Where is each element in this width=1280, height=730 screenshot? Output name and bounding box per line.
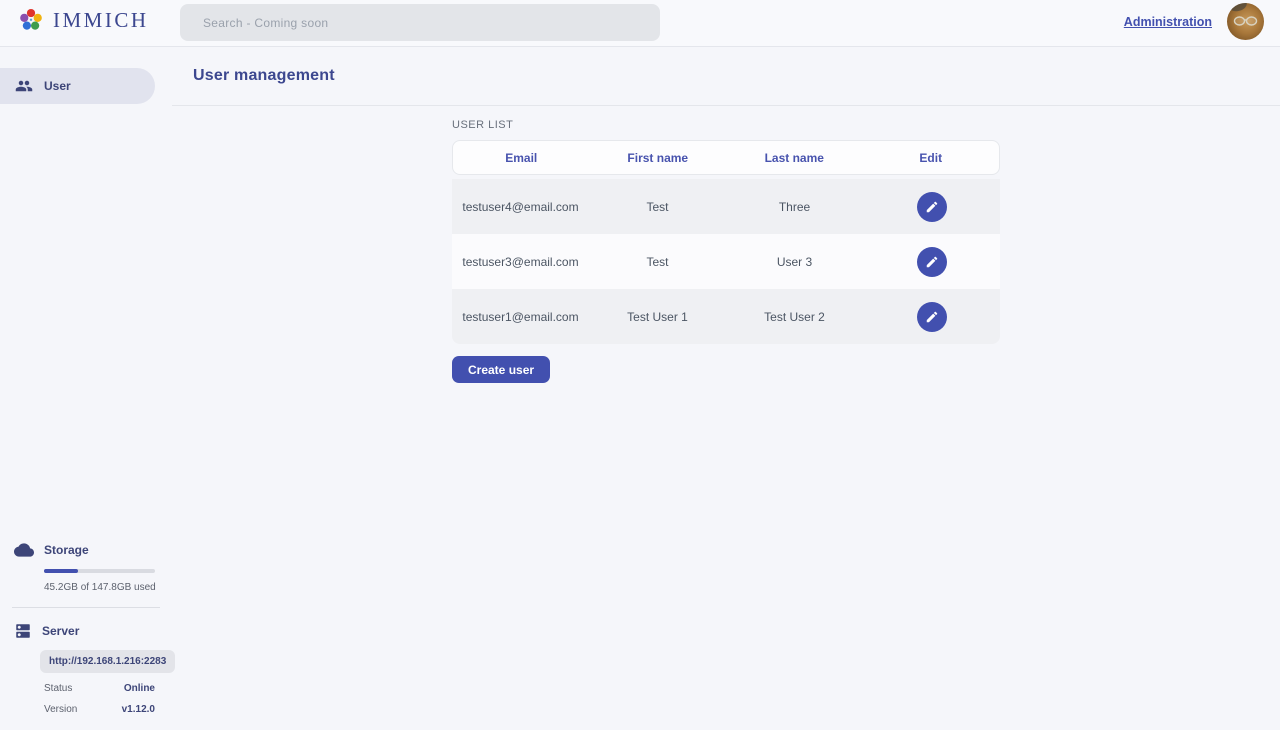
storage-title: Storage — [44, 543, 89, 557]
table-row: testuser3@email.com Test User 3 — [452, 234, 1000, 289]
top-bar: IMMICH Administration — [0, 0, 1280, 47]
storage-section-header: Storage — [0, 540, 172, 560]
sidebar-status-panel: Storage 45.2GB of 147.8GB used Server ht… — [0, 540, 172, 715]
user-last-name: Three — [726, 200, 863, 214]
column-header-edit: Edit — [863, 151, 1000, 165]
main-content: User management USER LIST Email First na… — [172, 47, 1280, 730]
column-header-email: Email — [453, 151, 590, 165]
pencil-icon — [925, 310, 939, 324]
storage-usage-text: 45.2GB of 147.8GB used — [44, 582, 172, 593]
app-title: IMMICH — [53, 8, 149, 33]
server-title: Server — [42, 624, 79, 638]
user-list-label: USER LIST — [452, 119, 1000, 131]
search-input[interactable] — [180, 4, 660, 41]
status-value: Online — [124, 683, 155, 694]
user-email: testuser1@email.com — [452, 310, 589, 324]
user-last-name: User 3 — [726, 255, 863, 269]
edit-user-button[interactable] — [917, 247, 947, 277]
user-email: testuser3@email.com — [452, 255, 589, 269]
users-icon — [15, 77, 33, 95]
storage-progress-fill — [44, 569, 78, 573]
table-row: testuser4@email.com Test Three — [452, 179, 1000, 234]
user-last-name: Test User 2 — [726, 310, 863, 324]
table-header-row: Email First name Last name Edit — [452, 140, 1000, 175]
table-row: testuser1@email.com Test User 1 Test Use… — [452, 289, 1000, 344]
immich-logo: IMMICH — [18, 7, 149, 33]
page-title-bar: User management — [172, 47, 1280, 106]
sidebar-divider — [12, 607, 160, 608]
cloud-icon — [14, 540, 34, 560]
create-user-button[interactable]: Create user — [452, 356, 550, 383]
version-value: v1.12.0 — [122, 704, 155, 715]
version-label: Version — [44, 704, 77, 715]
server-version-row: Version v1.12.0 — [44, 704, 155, 715]
edit-user-button[interactable] — [917, 302, 947, 332]
user-table: Email First name Last name Edit testuser… — [452, 140, 1000, 344]
server-status-row: Status Online — [44, 683, 155, 694]
status-label: Status — [44, 683, 72, 694]
server-url-badge: http://192.168.1.216:2283 — [40, 650, 175, 673]
user-first-name: Test User 1 — [589, 310, 726, 324]
edit-user-button[interactable] — [917, 192, 947, 222]
user-first-name: Test — [589, 200, 726, 214]
server-icon — [14, 622, 32, 640]
user-list-section: USER LIST Email First name Last name Edi… — [452, 119, 1000, 383]
sidebar-item-user[interactable]: User — [0, 68, 155, 104]
storage-progress-bar — [44, 569, 155, 573]
immich-flower-icon — [18, 7, 44, 33]
column-header-last-name: Last name — [726, 151, 863, 165]
administration-link[interactable]: Administration — [1124, 15, 1212, 29]
user-avatar[interactable] — [1227, 3, 1264, 40]
column-header-first-name: First name — [590, 151, 727, 165]
sidebar: User Storage 45.2GB of 147.8GB used Serv… — [0, 47, 172, 730]
server-section-header: Server — [0, 622, 172, 640]
user-email: testuser4@email.com — [452, 200, 589, 214]
pencil-icon — [925, 255, 939, 269]
user-first-name: Test — [589, 255, 726, 269]
page-title: User management — [193, 67, 335, 85]
sidebar-item-label: User — [44, 79, 71, 93]
pencil-icon — [925, 200, 939, 214]
